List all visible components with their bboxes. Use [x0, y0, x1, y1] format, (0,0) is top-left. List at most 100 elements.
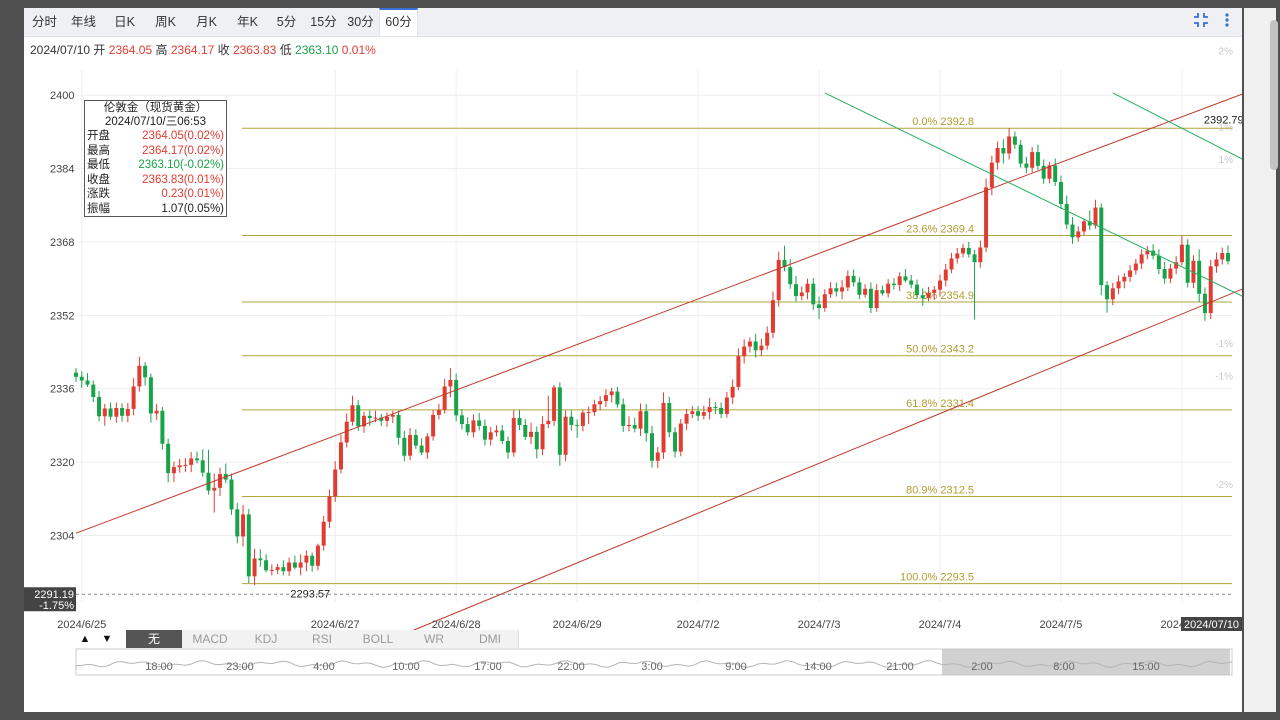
candle-body [932, 289, 937, 293]
pct-tick-label: 1% [1219, 155, 1234, 166]
indicator-tab-3[interactable]: RSI [294, 630, 351, 648]
pct-tick-label: -1% [1215, 339, 1233, 350]
indicator-tab-5[interactable]: WR [406, 630, 463, 648]
info-value: 1.07(0.05%) [161, 202, 224, 215]
indicator-tab-0[interactable]: 无 [126, 630, 183, 648]
chart-panel: 分时 年线 日K 周K 月K 年K 5分 15分 30分 60分 2024/07/10 开 236… [24, 8, 1242, 712]
candle-body [385, 416, 390, 421]
candle-body [1064, 203, 1069, 225]
info-label: 最高 [87, 144, 110, 157]
candle-body [552, 387, 557, 421]
candle-body [546, 420, 551, 425]
candle-body [978, 247, 983, 263]
candle-body [212, 487, 217, 491]
candle-body [137, 365, 142, 387]
indicator-tab-6[interactable]: DMI [462, 630, 519, 648]
candle-body [114, 408, 119, 417]
candle-body [678, 423, 683, 452]
scroll-up-icon[interactable]: ▲ [76, 630, 94, 648]
candle-body [914, 284, 919, 296]
candle-body [1018, 144, 1023, 164]
navigator-time-label: 22:00 [557, 661, 585, 673]
candle-body [1030, 152, 1035, 168]
candle-body [529, 431, 534, 437]
scroll-down-icon[interactable]: ▼ [98, 630, 116, 648]
scrollbar-thumb[interactable] [1270, 20, 1278, 170]
candle-body [425, 436, 430, 453]
candle-body [891, 283, 896, 286]
candle-body [650, 433, 654, 461]
candle-body [713, 407, 718, 409]
candle-body [1197, 260, 1202, 294]
navigator-time-label: 10:00 [392, 661, 420, 673]
candle-body [500, 430, 505, 442]
candle-body [707, 407, 712, 413]
candle-body [845, 275, 850, 288]
indicator-tab-2[interactable]: KDJ [238, 630, 295, 648]
y-tick-label: 2336 [50, 384, 74, 396]
info-row: 开盘 2364.05(0.02%) [85, 129, 226, 144]
candle-body [1012, 136, 1017, 145]
candle-body [413, 435, 418, 446]
candle-body [246, 514, 251, 577]
y-tick-label: 2352 [50, 310, 74, 322]
candle-body [1128, 270, 1133, 277]
candle-body [125, 408, 130, 416]
x-date-label: 2024/7/5 [1040, 619, 1083, 631]
candle-body [321, 521, 326, 546]
candle-body [776, 259, 781, 301]
candle-body [828, 288, 833, 295]
candle-body [465, 424, 470, 433]
candle-body [183, 464, 188, 466]
candle-body [886, 283, 891, 294]
candle-body [350, 405, 355, 422]
candle-body [920, 295, 925, 298]
candle-body [857, 282, 862, 295]
candle-body [817, 304, 822, 309]
indicator-tab-4[interactable]: BOLL [350, 630, 407, 648]
candle-body [1093, 207, 1098, 226]
candle-body [534, 431, 539, 450]
candle-body [189, 458, 194, 465]
candle-body [258, 558, 263, 561]
candle-body [120, 408, 125, 416]
candle-body [373, 417, 378, 419]
navigator-time-label: 14:00 [804, 661, 832, 673]
navigator-time-label: 3:00 [641, 661, 662, 673]
candle-body [794, 284, 798, 297]
candle-body [540, 424, 545, 450]
candle-body [459, 415, 464, 425]
info-value: 0.23(0.01%) [161, 188, 224, 200]
info-row: 涨跌 0.23(0.01%) [85, 187, 226, 202]
candle-body [1035, 152, 1040, 166]
y-tick-label: 2400 [50, 90, 74, 102]
candle-body [621, 404, 626, 426]
fib-label: 50.0% 2343.2 [906, 344, 974, 356]
candle-body [609, 391, 614, 396]
candle-body [1099, 207, 1104, 286]
info-row: 最低 2363.10(-0.02%) [85, 158, 226, 173]
candle-body [102, 408, 107, 417]
candle-body [517, 418, 522, 425]
ohlc-info-box: 伦敦金（现货黄金） 2024/07/10/三06:53 开盘 2364.05(0.… [84, 100, 227, 217]
info-label: 振幅 [87, 202, 110, 215]
indicator-tab-1[interactable]: MACD [182, 630, 239, 648]
candle-body [477, 420, 482, 426]
navigator-time-label: 8:00 [1053, 661, 1074, 673]
candle-body [292, 562, 297, 568]
candle-body [684, 413, 689, 424]
candle-body [972, 254, 977, 263]
candle-body [943, 269, 948, 281]
candle-body [523, 424, 528, 437]
candle-body [575, 424, 580, 426]
candle-body [984, 187, 989, 248]
cursor-pct: -1.75% [39, 600, 74, 612]
candle-body [97, 396, 102, 417]
candle-body [367, 415, 372, 419]
candle-body [742, 346, 747, 357]
candle-body [74, 372, 78, 377]
candle-body [874, 290, 879, 309]
candle-body [719, 408, 724, 414]
high-annotation: 2392.79 [1204, 114, 1242, 126]
candle-body [632, 424, 637, 429]
